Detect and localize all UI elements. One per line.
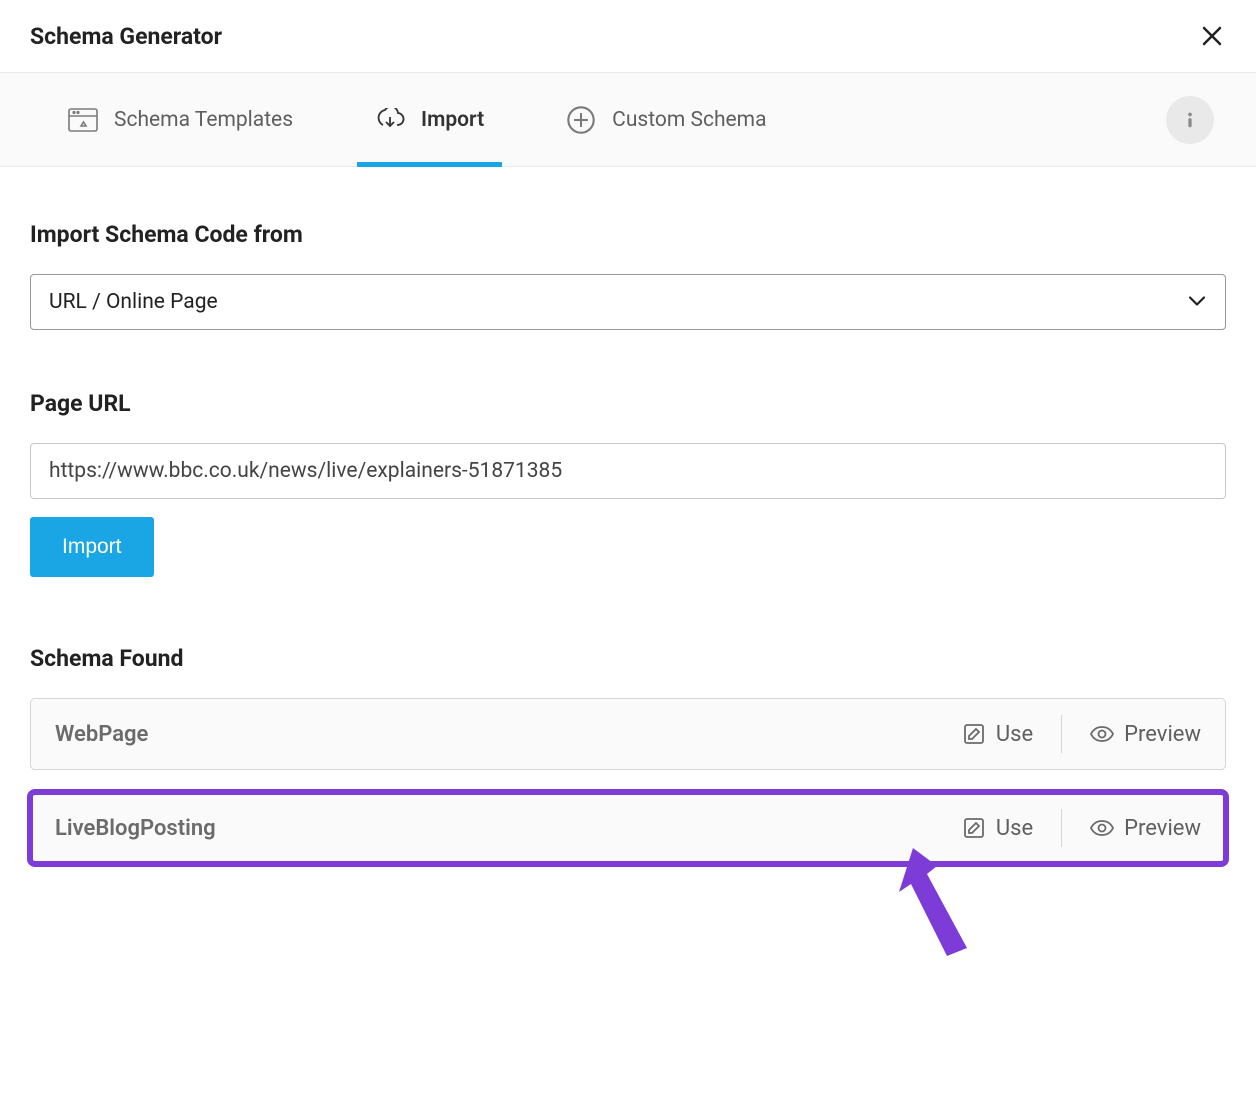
schema-row-liveblogposting: LiveBlogPosting Use Preview [30,792,1226,864]
use-label: Use [996,722,1033,747]
close-icon [1200,24,1224,48]
eye-icon [1090,722,1114,746]
edit-icon [962,722,986,746]
source-label: Import Schema Code from [30,221,1226,248]
edit-icon [962,816,986,840]
tab-label: Custom Schema [612,108,766,132]
source-select-value: URL / Online Page [49,290,218,314]
preview-label: Preview [1124,816,1201,841]
row-actions: Use Preview [962,715,1201,753]
template-icon [68,107,98,133]
dialog-title: Schema Generator [30,23,222,50]
use-label: Use [996,816,1033,841]
import-icon [375,107,405,133]
schema-row-webpage: WebPage Use Preview [30,698,1226,770]
import-panel: Import Schema Code from URL / Online Pag… [0,167,1256,864]
schema-name: LiveBlogPosting [55,816,216,841]
preview-button[interactable]: Preview [1090,722,1201,747]
preview-label: Preview [1124,722,1201,747]
annotation-arrow [895,848,1015,988]
info-button[interactable] [1166,96,1214,144]
page-url-input[interactable] [30,443,1226,499]
tab-import[interactable]: Import [357,73,502,167]
action-divider [1061,809,1062,847]
use-button[interactable]: Use [962,816,1033,841]
eye-icon [1090,816,1114,840]
dialog-header: Schema Generator [0,0,1256,73]
schema-found-label: Schema Found [30,645,1226,672]
tab-custom-schema[interactable]: Custom Schema [548,73,784,167]
action-divider [1061,715,1062,753]
schema-name: WebPage [55,722,148,747]
info-icon [1179,109,1201,131]
tab-label: Import [421,108,484,132]
close-button[interactable] [1198,22,1226,50]
tab-schema-templates[interactable]: Schema Templates [50,73,311,167]
use-button[interactable]: Use [962,722,1033,747]
tab-label: Schema Templates [114,108,293,132]
tab-bar: Schema Templates Import Custom Schema [0,73,1256,167]
import-button[interactable]: Import [30,517,154,577]
row-actions: Use Preview [962,809,1201,847]
plus-circle-icon [566,107,596,133]
url-label: Page URL [30,390,1226,417]
preview-button[interactable]: Preview [1090,816,1201,841]
source-select[interactable]: URL / Online Page [30,274,1226,330]
